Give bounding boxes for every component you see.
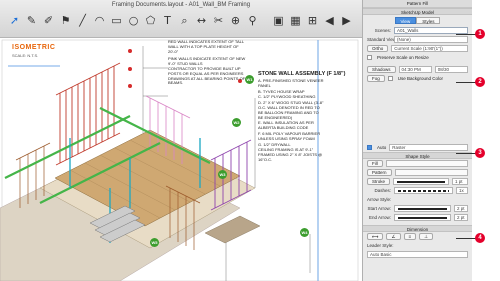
dim-angle-icon[interactable]: ∠	[386, 233, 401, 240]
text-icon[interactable]: T	[159, 12, 176, 29]
join-icon[interactable]: ⊕	[227, 12, 244, 29]
end-arrow-size[interactable]: 2 pt	[454, 214, 468, 221]
start-arrow-size[interactable]: 2 pt	[454, 205, 468, 212]
callout-line-2	[456, 82, 476, 83]
dimension-icon[interactable]: ↔	[193, 12, 210, 29]
polygon-icon[interactable]: ⬠	[142, 12, 159, 29]
circle-icon[interactable]: ○	[125, 12, 142, 29]
assembly-line: A. PRE-FINISHED STONE VENEER PANEL	[258, 78, 324, 88]
dashes-select[interactable]	[394, 187, 453, 194]
tag-w3: W3	[218, 170, 227, 179]
tag-w2: W2	[232, 118, 241, 127]
start-arrow-select[interactable]	[394, 205, 451, 212]
end-arrow-select[interactable]	[394, 214, 451, 221]
panel-header: Pattern Fill	[363, 0, 472, 8]
zoom-icon[interactable]: ⚲	[244, 12, 261, 29]
start-arrow-label: Start Arrow:	[367, 206, 391, 211]
note-red-wall: RED WALL INDICATES EXTENT OF TALL WALL W…	[168, 39, 244, 54]
stroke-button[interactable]: Stroke	[367, 178, 391, 185]
dim-offset-icon[interactable]: ⊥	[419, 233, 434, 240]
drawing-canvas[interactable]: ISOMETRIC SCALE: N.T.S. RED WALL INDICAT…	[0, 38, 362, 281]
assembly-line: D. 2" X 6" WOOD STUD WALL (3'-8" O.C. WA…	[258, 100, 324, 120]
isometric-title: ISOMETRIC	[12, 44, 56, 51]
select-arrow-icon[interactable]: ➚	[6, 12, 23, 29]
tab-view[interactable]: View	[394, 17, 417, 24]
tag-w4: W4	[300, 228, 309, 237]
arc-icon[interactable]: ◠	[91, 12, 108, 29]
tab-styles[interactable]: Styles	[416, 17, 441, 24]
callout-line-4	[456, 238, 476, 239]
fog-button[interactable]: Fog	[367, 75, 385, 82]
assembly-line: CEILING FRAMING IS AT 9'-1" FRAMED USING…	[258, 147, 323, 162]
style-eyedropper-icon[interactable]: ✐	[40, 12, 57, 29]
eraser-icon[interactable]: ✎	[23, 12, 40, 29]
leader-style-select[interactable]: Auto Basic	[367, 251, 468, 258]
use-bg-color-checkbox[interactable]	[387, 76, 393, 81]
render-mode-select[interactable]: Raster	[389, 144, 468, 151]
rectangle-icon[interactable]: ▭	[108, 12, 125, 29]
tag-w1: W1	[245, 75, 254, 84]
fill-swatch[interactable]	[385, 160, 468, 167]
preserve-scale-checkbox[interactable]	[367, 55, 372, 60]
screen-icon[interactable]: ▣	[270, 12, 287, 29]
pattern-button[interactable]: Pattern	[367, 169, 392, 176]
assembly-notes: A. PRE-FINISHED STONE VENEER PANEL B. TYV…	[258, 78, 324, 164]
section-dimension[interactable]: Dimension	[363, 225, 472, 232]
ortho-scale-select[interactable]: Current Scale (1:90'(1"))	[391, 45, 468, 52]
callout-line-3	[456, 153, 476, 154]
callout-1: 1	[475, 29, 485, 39]
ortho-button[interactable]: Ortho	[367, 45, 389, 52]
standard-views-select[interactable]: (None)	[394, 36, 468, 43]
view-tools: ▣ ▦ ⊞ ◀ ▶	[270, 12, 355, 29]
dim-linear-icon[interactable]: ⟷	[367, 233, 384, 240]
auto-label: Auto	[377, 145, 387, 150]
stroke-width-field[interactable]: 1 pt	[452, 178, 468, 185]
scenes-label: Scenes:	[374, 28, 391, 33]
callout-4: 4	[475, 233, 485, 243]
shadows-date-field[interactable]: 08/30	[434, 66, 469, 73]
leader-style-label: Leader Style:	[367, 243, 394, 248]
model-tabs: View Styles	[363, 17, 472, 24]
auto-checkbox[interactable]	[367, 145, 372, 150]
paint-bucket-icon[interactable]: ⚑	[57, 12, 74, 29]
pattern-swatch[interactable]	[394, 169, 468, 176]
assembly-line: E. WALL INSULATION AS PER ALBERTA BUILDI…	[258, 120, 314, 131]
line-icon[interactable]: ╱	[74, 12, 91, 29]
note-contractor: CONTRACTOR TO PROVIDE BUILT UP POSTS OR …	[168, 66, 246, 86]
standard-views-label: Standard Views:	[367, 37, 400, 42]
end-arrow-label: End Arrow:	[368, 215, 391, 220]
next-page-icon[interactable]: ▶	[338, 12, 355, 29]
arrow-style-label: Arrow Style:	[367, 197, 392, 202]
prev-page-icon[interactable]: ◀	[321, 12, 338, 29]
use-bg-color-label: Use Background Color	[397, 76, 444, 81]
window-title: Framing Documents.layout - A01_Wall_BM F…	[111, 2, 251, 8]
isometric-scale: SCALE: N.T.S.	[12, 53, 39, 58]
label-icon[interactable]: ⌕	[176, 12, 193, 29]
assembly-title: STONE WALL ASSEMBLY (F 1/8")	[258, 71, 346, 77]
scenes-select[interactable]: A01_Walls	[394, 27, 468, 34]
section-sketchup-model[interactable]: SketchUp Model	[363, 8, 472, 15]
callout-line-1	[456, 34, 476, 35]
tag-w5: W5	[150, 238, 159, 247]
callout-2: 2	[475, 77, 485, 87]
stroke-swatch[interactable]	[393, 178, 449, 185]
assembly-line: F. 6 MIL POLY VAPOUR BARRIER UNLESS USIN…	[258, 130, 321, 141]
add-page-icon[interactable]: ⊞	[304, 12, 321, 29]
callout-3: 3	[475, 148, 485, 158]
shadows-button[interactable]: Shadows	[367, 66, 396, 73]
dim-align-icon[interactable]: ≡	[403, 233, 417, 240]
presentation-icon[interactable]: ▦	[287, 12, 304, 29]
preserve-scale-label: Preserve Scale on Resize	[377, 55, 429, 60]
dashes-label: Dashes:	[374, 188, 391, 193]
split-icon[interactable]: ✂	[210, 12, 227, 29]
fill-button[interactable]: Fill	[367, 160, 383, 167]
dimension-toolbar: ⟷ ∠ ≡ ⊥	[363, 232, 472, 241]
drawing-tools: ➚ ✎ ✐ ⚑ ╱ ◠ ▭ ○ ⬠ T ⌕ ↔ ✂ ⊕ ⚲	[6, 12, 261, 29]
dashes-scale-field[interactable]: 1x	[456, 187, 468, 194]
callout-margin: 1 2 3 4	[456, 0, 500, 281]
shadows-time-field[interactable]: 04:30 PM	[398, 66, 432, 73]
